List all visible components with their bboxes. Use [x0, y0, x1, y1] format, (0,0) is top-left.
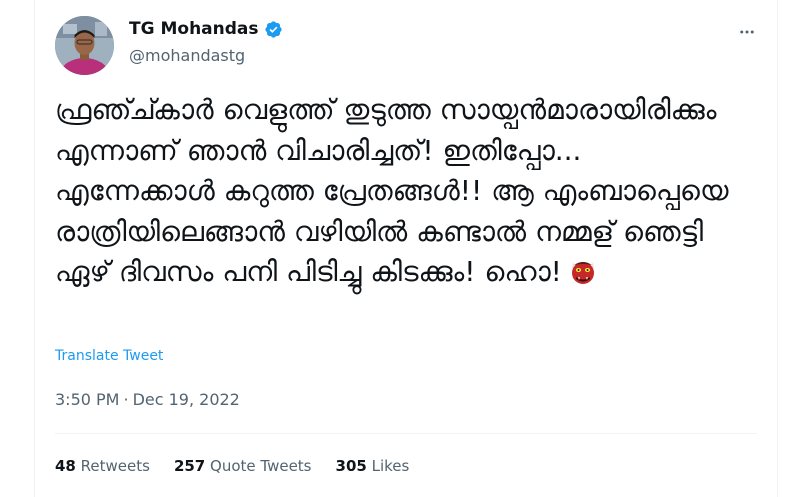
tweet-date[interactable]: Dec 19, 2022 — [133, 390, 240, 409]
tweet-text: ഫ്രഞ്ച്കാർ വെളുത്ത് തുടുത്ത സായ്പൻമാരായി… — [55, 90, 735, 293]
author-handle[interactable]: @mohandastg — [129, 46, 245, 65]
retweets-label: Retweets — [80, 457, 150, 475]
verified-badge-icon — [264, 20, 283, 39]
likes-count: 305 — [335, 457, 367, 475]
tweet-body: ഫ്രഞ്ച്കാർ വെളുത്ത് തുടുത്ത സായ്പൻമാരായി… — [55, 93, 738, 288]
likes-label: Likes — [371, 457, 410, 475]
author-name-row[interactable]: TG Mohandas — [129, 19, 283, 39]
quote-tweets-count: 257 — [173, 457, 206, 475]
likes-stat[interactable]: 305 Likes — [336, 457, 410, 475]
more-options-icon[interactable] — [735, 20, 759, 44]
retweets-count: 48 — [55, 457, 76, 475]
tweet-timestamp[interactable]: 3:50 PM · Dec 19, 2022 — [55, 390, 240, 409]
author-name[interactable]: TG Mohandas — [129, 19, 259, 39]
timestamp-separator: · — [123, 390, 129, 409]
quote-tweets-label: Quote Tweets — [210, 457, 312, 475]
translate-tweet-link[interactable]: Translate Tweet — [55, 348, 163, 364]
tweet-card: TG Mohandas @mohandastg ഫ്രഞ്ച്കാർ വെളുത… — [34, 0, 778, 497]
divider — [55, 433, 757, 434]
ogre-emoji-icon — [568, 256, 598, 286]
tweet-time[interactable]: 3:50 PM — [55, 390, 119, 409]
quote-tweets-stat[interactable]: 257 Quote Tweets — [174, 457, 312, 475]
avatar[interactable] — [55, 16, 114, 75]
engagement-stats: 48 Retweets 257 Quote Tweets 305 Likes — [55, 457, 433, 475]
retweets-stat[interactable]: 48 Retweets — [55, 457, 150, 475]
